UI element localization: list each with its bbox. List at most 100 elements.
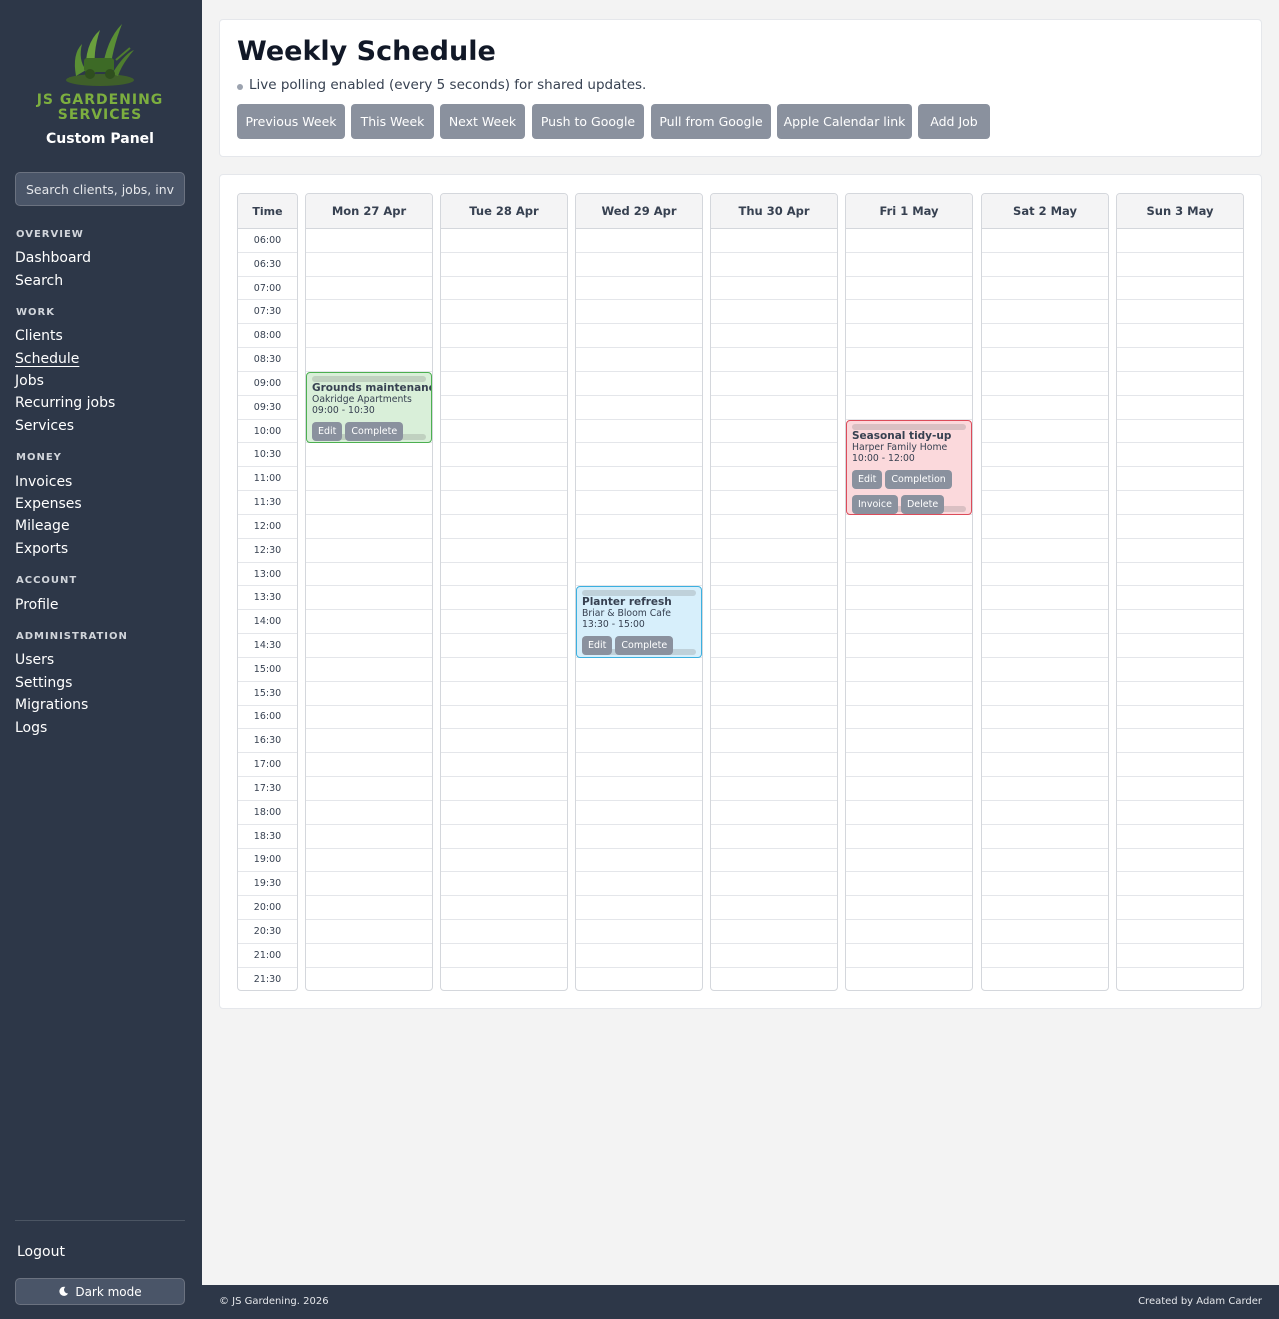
time-slot[interactable] bbox=[982, 682, 1108, 706]
time-slot[interactable] bbox=[711, 586, 837, 611]
time-slot[interactable] bbox=[441, 324, 567, 349]
time-slot[interactable] bbox=[1117, 420, 1243, 444]
time-slot[interactable] bbox=[846, 586, 972, 611]
next-week-button[interactable]: Next Week bbox=[440, 104, 525, 139]
time-slot[interactable] bbox=[982, 229, 1108, 253]
nav-item-invoices[interactable]: Invoices bbox=[15, 474, 72, 490]
time-slot[interactable] bbox=[441, 849, 567, 873]
event-edit-button[interactable]: Edit bbox=[312, 421, 343, 441]
nav-item-migrations[interactable]: Migrations bbox=[15, 697, 88, 713]
time-slot[interactable] bbox=[711, 968, 837, 990]
time-slot[interactable] bbox=[1117, 610, 1243, 635]
time-slot[interactable] bbox=[711, 849, 837, 873]
resize-handle-top[interactable] bbox=[312, 375, 426, 382]
time-slot[interactable] bbox=[711, 277, 837, 301]
nav-item-logs[interactable]: Logs bbox=[15, 720, 47, 736]
time-slot[interactable] bbox=[306, 229, 432, 253]
time-slot[interactable] bbox=[982, 586, 1108, 611]
time-slot[interactable] bbox=[576, 372, 702, 396]
time-slot[interactable] bbox=[846, 849, 972, 873]
time-slot[interactable] bbox=[846, 539, 972, 563]
time-slot[interactable] bbox=[306, 539, 432, 563]
time-slot[interactable] bbox=[982, 253, 1108, 277]
time-slot[interactable] bbox=[441, 777, 567, 801]
time-slot[interactable] bbox=[1117, 300, 1243, 325]
time-slot[interactable] bbox=[441, 253, 567, 277]
time-slot[interactable] bbox=[711, 396, 837, 420]
time-slot[interactable] bbox=[711, 420, 837, 444]
time-slot[interactable] bbox=[441, 515, 567, 539]
time-slot[interactable] bbox=[576, 253, 702, 277]
time-slot[interactable] bbox=[441, 896, 567, 921]
time-slot[interactable] bbox=[306, 467, 432, 492]
time-slot[interactable] bbox=[1117, 777, 1243, 801]
time-slot[interactable] bbox=[1117, 515, 1243, 539]
time-slot[interactable] bbox=[711, 896, 837, 921]
time-slot[interactable] bbox=[306, 801, 432, 825]
time-slot[interactable] bbox=[982, 777, 1108, 801]
nav-item-clients[interactable]: Clients bbox=[15, 328, 63, 344]
nav-item-settings[interactable]: Settings bbox=[15, 675, 72, 691]
time-slot[interactable] bbox=[1117, 348, 1243, 372]
time-slot[interactable] bbox=[306, 777, 432, 801]
time-slot[interactable] bbox=[1117, 825, 1243, 849]
time-slot[interactable] bbox=[306, 896, 432, 921]
time-slot[interactable] bbox=[1117, 801, 1243, 825]
time-slot[interactable] bbox=[1117, 682, 1243, 706]
event-complete-button[interactable]: Complete bbox=[615, 636, 674, 656]
time-slot[interactable] bbox=[1117, 277, 1243, 301]
time-slot[interactable] bbox=[441, 825, 567, 849]
time-slot[interactable] bbox=[441, 586, 567, 611]
time-slot[interactable] bbox=[982, 563, 1108, 587]
time-slot[interactable] bbox=[982, 491, 1108, 515]
time-slot[interactable] bbox=[576, 872, 702, 897]
time-slot[interactable] bbox=[711, 682, 837, 706]
time-slot[interactable] bbox=[711, 300, 837, 325]
time-slot[interactable] bbox=[1117, 563, 1243, 587]
time-slot[interactable] bbox=[711, 467, 837, 492]
time-slot[interactable] bbox=[441, 872, 567, 897]
nav-item-users[interactable]: Users bbox=[15, 652, 54, 668]
time-slot[interactable] bbox=[306, 515, 432, 539]
time-slot[interactable] bbox=[1117, 229, 1243, 253]
time-slot[interactable] bbox=[441, 539, 567, 563]
time-slot[interactable] bbox=[306, 610, 432, 635]
time-slot[interactable] bbox=[711, 729, 837, 754]
time-slot[interactable] bbox=[711, 920, 837, 944]
time-slot[interactable] bbox=[846, 896, 972, 921]
event-edit-button[interactable]: Edit bbox=[582, 636, 613, 656]
time-slot[interactable] bbox=[846, 324, 972, 349]
time-slot[interactable] bbox=[846, 706, 972, 730]
time-slot[interactable] bbox=[306, 753, 432, 778]
event-invoice-button[interactable]: Invoice bbox=[852, 494, 898, 514]
time-slot[interactable] bbox=[1117, 396, 1243, 420]
time-slot[interactable] bbox=[576, 682, 702, 706]
dark-mode-button[interactable]: Dark mode bbox=[15, 1278, 185, 1305]
time-slot[interactable] bbox=[306, 968, 432, 990]
time-slot[interactable] bbox=[982, 896, 1108, 921]
time-slot[interactable] bbox=[576, 896, 702, 921]
time-slot[interactable] bbox=[576, 348, 702, 372]
event-completion-button[interactable]: Completion bbox=[885, 469, 952, 489]
time-slot[interactable] bbox=[441, 348, 567, 372]
time-slot[interactable] bbox=[576, 277, 702, 301]
time-slot[interactable] bbox=[1117, 253, 1243, 277]
nav-item-profile[interactable]: Profile bbox=[15, 597, 59, 613]
nav-item-exports[interactable]: Exports bbox=[15, 541, 68, 557]
time-slot[interactable] bbox=[711, 515, 837, 539]
time-slot[interactable] bbox=[982, 872, 1108, 897]
time-slot[interactable] bbox=[306, 253, 432, 277]
time-slot[interactable] bbox=[576, 420, 702, 444]
time-slot[interactable] bbox=[982, 420, 1108, 444]
time-slot[interactable] bbox=[711, 539, 837, 563]
time-slot[interactable] bbox=[576, 658, 702, 682]
add-job-button[interactable]: Add Job bbox=[918, 104, 990, 139]
time-slot[interactable] bbox=[306, 944, 432, 968]
time-slot[interactable] bbox=[711, 372, 837, 396]
time-slot[interactable] bbox=[982, 515, 1108, 539]
time-slot[interactable] bbox=[711, 229, 837, 253]
time-slot[interactable] bbox=[846, 348, 972, 372]
time-slot[interactable] bbox=[1117, 872, 1243, 897]
time-slot[interactable] bbox=[576, 300, 702, 325]
time-slot[interactable] bbox=[982, 825, 1108, 849]
